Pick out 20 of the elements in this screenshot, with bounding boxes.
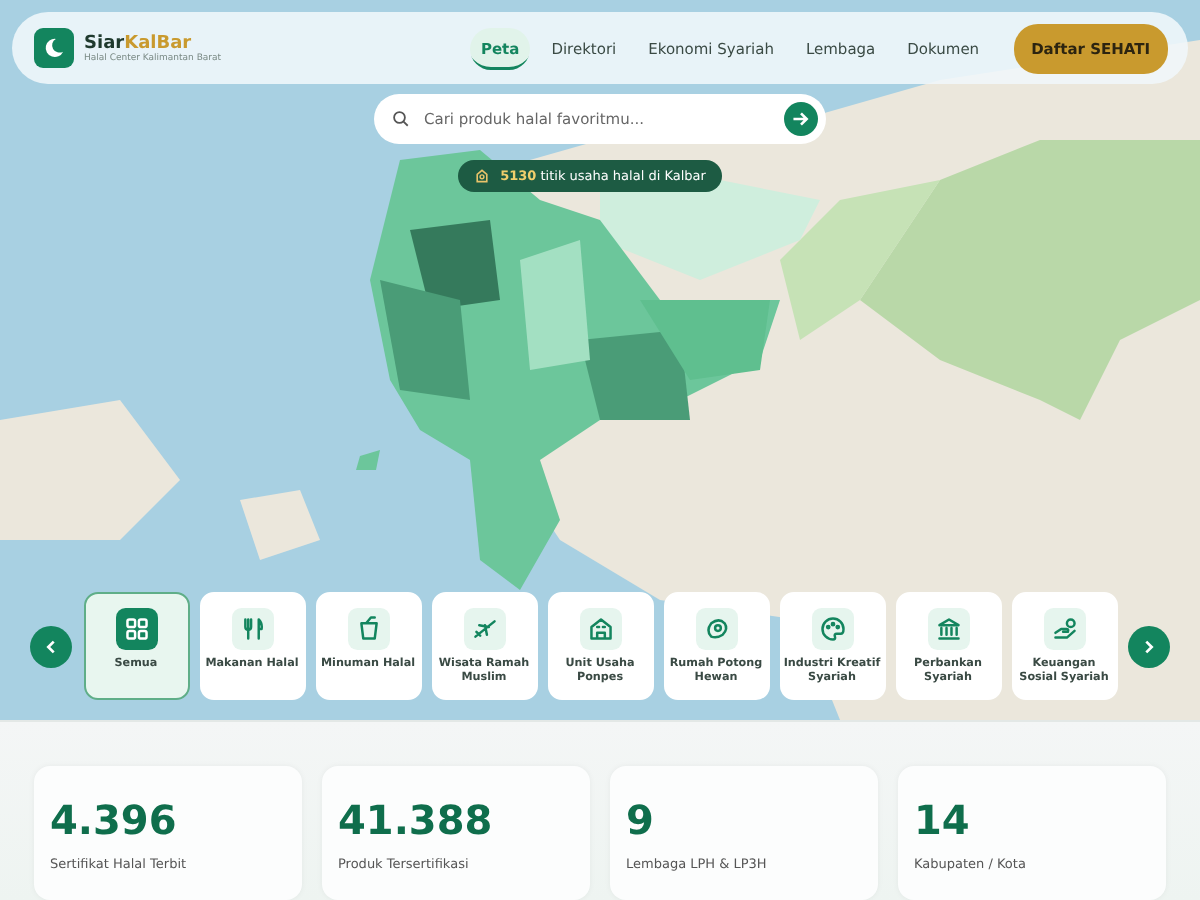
small-island-drawing	[356, 450, 380, 470]
grid-icon	[115, 608, 157, 650]
building-icon	[579, 608, 621, 650]
chevron-left-icon	[42, 637, 60, 655]
island-drawing	[240, 490, 320, 560]
chevron-right-icon	[1140, 637, 1158, 655]
plane-icon	[463, 608, 505, 650]
crescent-logo-icon	[34, 28, 74, 68]
search-icon	[392, 110, 410, 128]
arrow-right-icon[interactable]	[784, 102, 818, 136]
stat-value: 14	[914, 798, 972, 842]
brand-name: SiarKalBar	[84, 33, 194, 53]
bank-icon	[927, 608, 969, 650]
cup-icon	[347, 608, 389, 650]
stat-value: 9	[626, 798, 656, 842]
palette-icon	[811, 608, 853, 650]
fork-knife-icon	[231, 608, 273, 650]
stat-value: 41.388	[338, 798, 495, 842]
stat-value: 4.396	[50, 798, 179, 842]
hand-coin-icon	[1043, 608, 1085, 650]
